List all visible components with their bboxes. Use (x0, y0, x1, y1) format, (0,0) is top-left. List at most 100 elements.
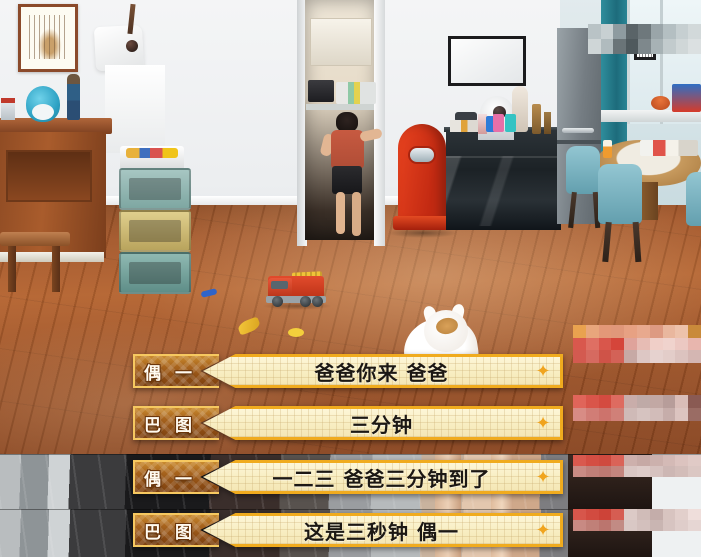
rocket-window (408, 146, 436, 164)
mosaic-cell (588, 39, 601, 54)
mosaic-cell (624, 509, 637, 520)
mosaic-cell (637, 455, 650, 466)
mosaic-cell (649, 408, 663, 421)
mosaic-cell (613, 39, 626, 54)
child-leg-right (352, 192, 361, 236)
subtitle-row-3: 偶 一 一二三 爸爸三分钟到了 ✦ (133, 460, 563, 494)
tray-toys (126, 148, 178, 158)
mosaic-cell (598, 509, 612, 520)
wall-picture-frame (18, 4, 78, 72)
subtitle-row-1: 偶 一 爸爸你来 爸爸 ✦ (133, 354, 563, 388)
mosaic-cell (598, 337, 612, 351)
child-leg-left (336, 192, 345, 234)
mosaic-cell (650, 39, 664, 54)
mosaic-cell (637, 325, 650, 338)
mosaic-cell (637, 395, 650, 408)
dining-chair-back-left (566, 146, 600, 194)
mosaic-cell (611, 455, 625, 466)
mosaic-cell (600, 24, 614, 39)
mosaic-cell (611, 337, 625, 351)
kitchen-cabinet (310, 18, 372, 66)
mosaic-cell (675, 520, 689, 531)
mosaic-cell (662, 395, 676, 408)
dining-table-leg (640, 182, 658, 220)
caption-text-1: 爸爸你来 爸爸 (314, 360, 449, 385)
kitchen-counter (306, 104, 374, 110)
orange-bowl (651, 96, 670, 110)
mosaic-cell (585, 509, 599, 520)
mosaic-cell (649, 350, 663, 363)
mosaic-top-right (588, 24, 701, 54)
door-jamb-right (374, 0, 385, 246)
mosaic-cell (585, 395, 599, 408)
yellow-disc-toy (288, 328, 304, 337)
mosaic-cell (688, 466, 701, 477)
action-figure-toy (67, 74, 80, 120)
mosaic-cell (588, 24, 601, 39)
mosaic-cell (675, 455, 689, 466)
mosaic-cell (611, 466, 625, 477)
mosaic-cell (638, 39, 651, 54)
piano-bench (0, 232, 70, 246)
subtitle-row-4: 巴 图 这是三秒钟 偶一 ✦ (133, 513, 563, 547)
storage-box-top (119, 168, 191, 210)
mosaic-cell (585, 408, 599, 421)
mosaic-cell (573, 509, 586, 520)
mosaic-cell (585, 337, 599, 351)
white-panel (105, 65, 165, 153)
truck-wheel-1 (272, 296, 283, 307)
mosaic-cell (688, 325, 701, 338)
child-shorts (332, 166, 362, 194)
mosaic-cell (650, 24, 664, 39)
mosaic-cell (625, 24, 639, 39)
mosaic-cell (675, 24, 689, 39)
mosaic-cell (611, 325, 625, 338)
mosaic-cell (688, 350, 701, 363)
mosaic-cell (688, 337, 701, 351)
orange-cup (603, 140, 612, 158)
cereal-box (672, 84, 701, 112)
mosaic-cell (598, 466, 612, 477)
mosaic-right-1 (573, 325, 701, 363)
mosaic-cell (637, 509, 650, 520)
speaker-name-label-2: 巴 图 (144, 415, 196, 436)
mosaic-cell (688, 509, 701, 520)
bench-leg-left (8, 246, 16, 292)
mosaic-cell (688, 408, 701, 421)
mosaic-cell (675, 337, 689, 351)
mosaic-cell (675, 325, 689, 338)
mosaic-cell (573, 466, 586, 477)
wooden-stand-2 (544, 112, 551, 134)
mosaic-cell (675, 466, 689, 477)
mosaic-cell (675, 509, 689, 520)
video-frame: 偶 一 爸爸你来 爸爸 ✦ 巴 图 三分钟 ✦ 偶 一 一二三 爸爸三分钟到了 … (0, 0, 701, 557)
storage-box-stack (119, 168, 191, 296)
mosaic-cell (598, 325, 612, 338)
child-head (336, 112, 358, 132)
mosaic-cell (573, 350, 586, 363)
mosaic-cell (573, 337, 586, 351)
dining-chair-back-center (598, 164, 642, 224)
sparkle-icon-1: ✦ (535, 361, 551, 381)
storage-box-middle (119, 210, 191, 252)
refrigerator-seam (557, 140, 603, 144)
mosaic-cell (649, 509, 663, 520)
caption-plate-2: 三分钟 ✦ (203, 406, 563, 440)
mosaic-cell (598, 455, 612, 466)
mosaic-cell (624, 325, 637, 338)
wooden-stand (532, 104, 541, 134)
storage-box-bottom (119, 252, 191, 294)
microwave (308, 80, 334, 102)
mosaic-cell (624, 520, 637, 531)
mosaic-cell (613, 24, 626, 39)
mosaic-right-3 (573, 455, 701, 477)
refrigerator-handle (562, 128, 594, 133)
mosaic-cell (675, 395, 689, 408)
mosaic-cell (637, 520, 650, 531)
wall-bag-knob (126, 40, 138, 52)
mosaic-cell (688, 395, 701, 408)
mosaic-cell (624, 395, 637, 408)
mosaic-cell (649, 325, 663, 338)
caption-text-2: 三分钟 (350, 412, 413, 437)
dining-chair-back-right (686, 172, 701, 226)
